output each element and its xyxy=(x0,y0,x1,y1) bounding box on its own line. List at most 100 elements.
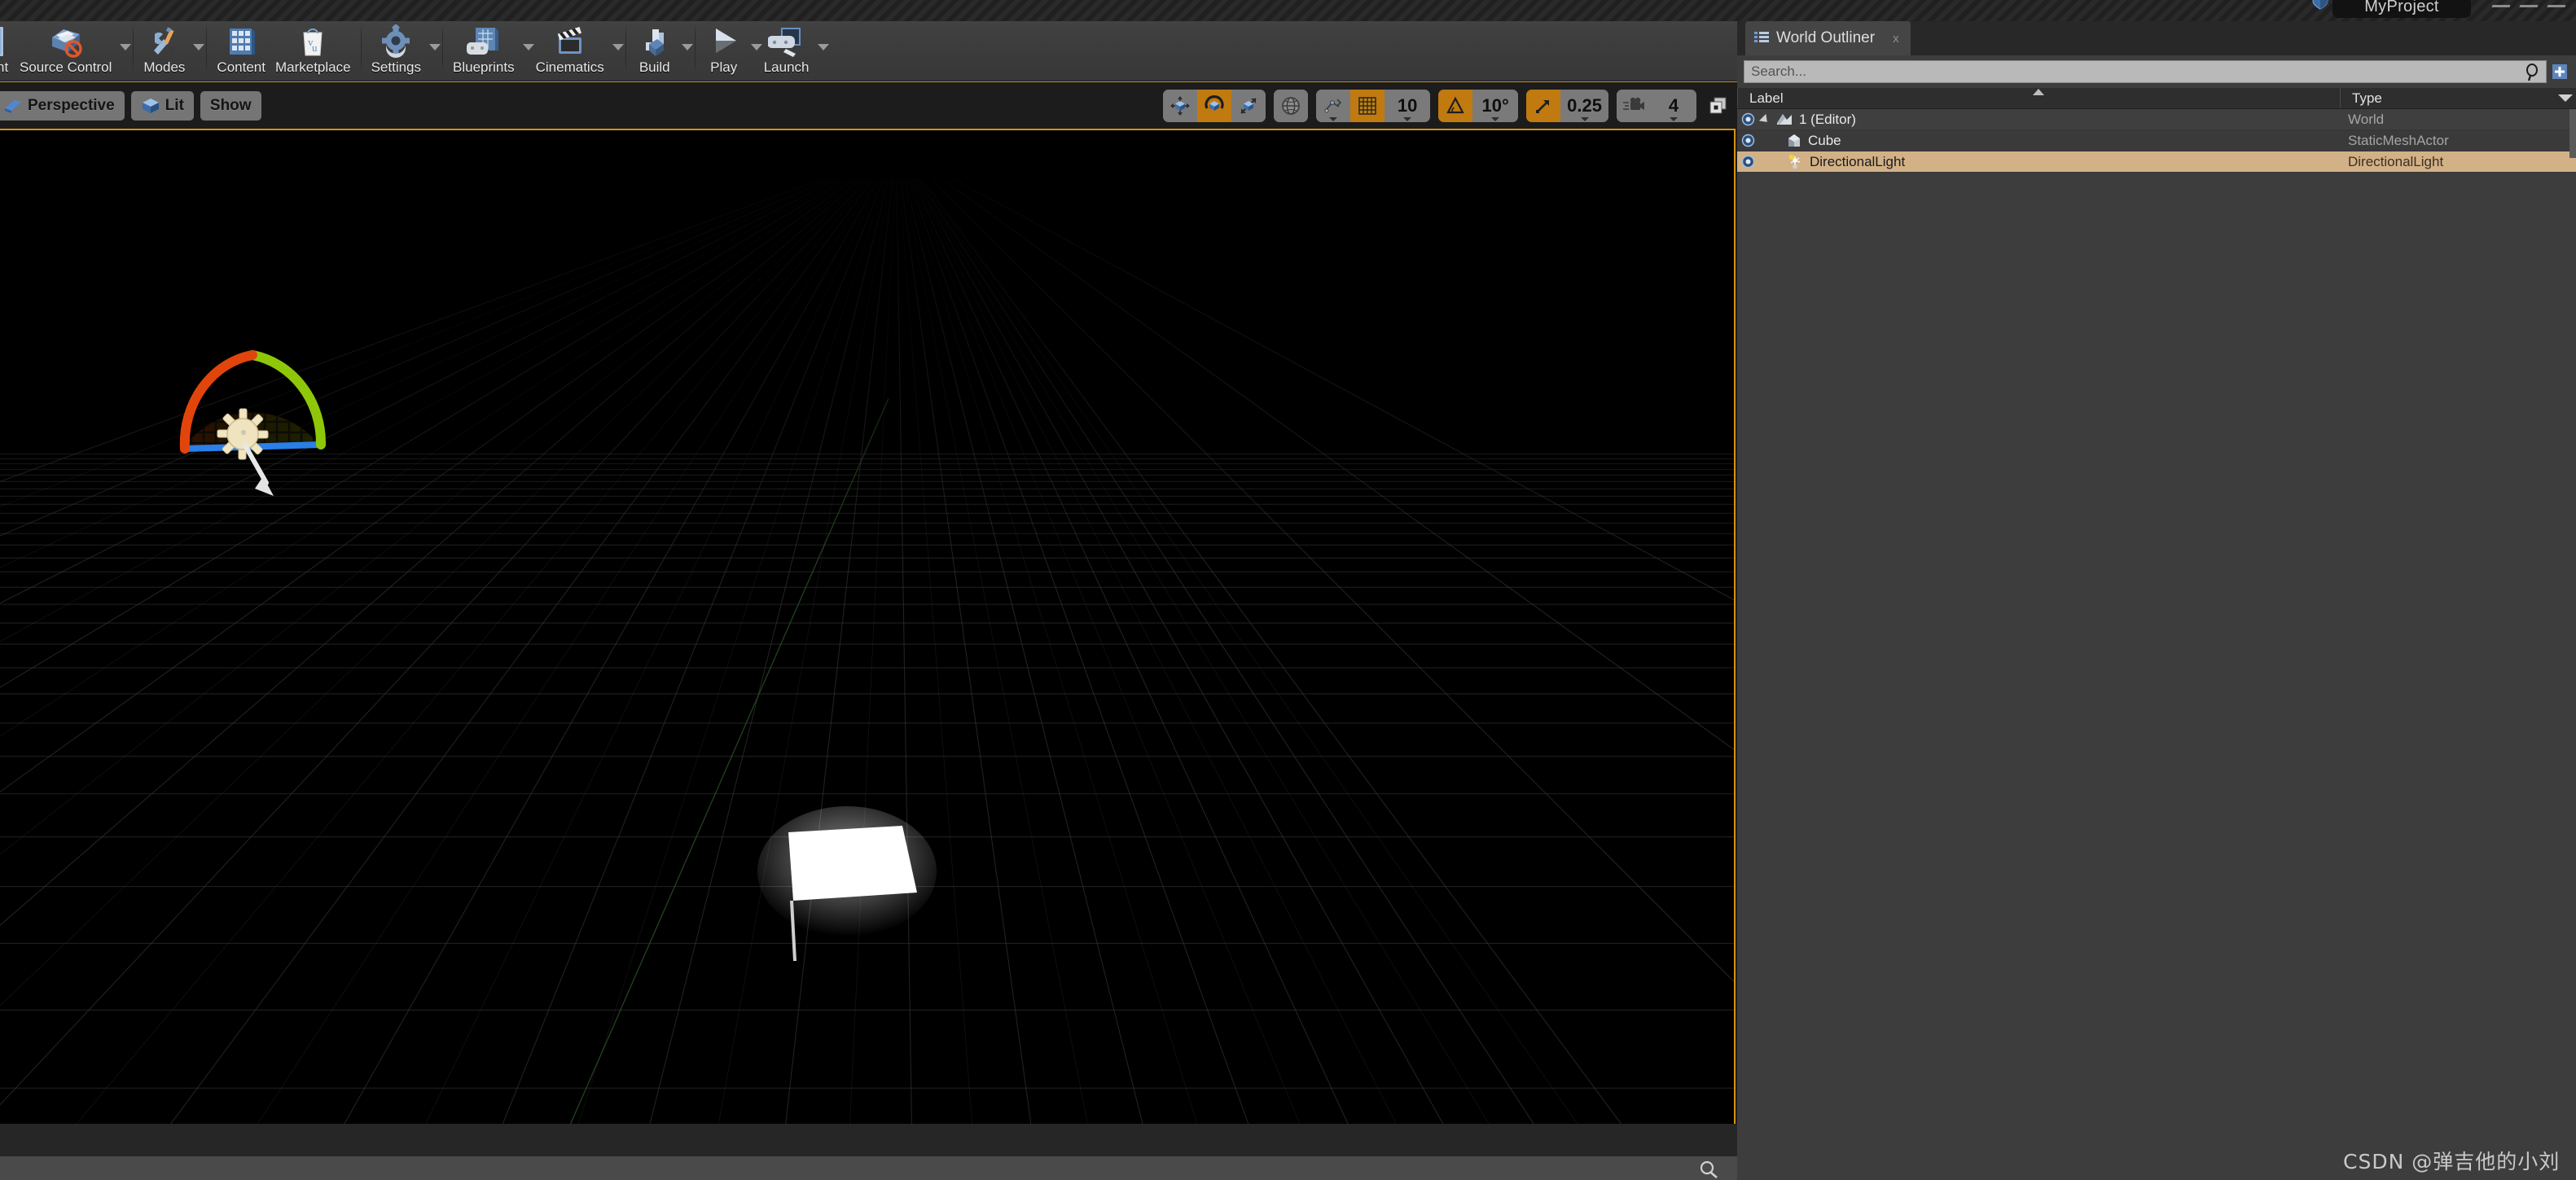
scale-snap-toggle[interactable] xyxy=(1526,90,1561,122)
bottom-panel-search-icon[interactable] xyxy=(1698,1160,1719,1178)
modes-button[interactable]: Modes xyxy=(138,21,205,76)
marketplace-label: Marketplace xyxy=(274,59,351,75)
source-control-dropdown-icon[interactable] xyxy=(120,44,132,50)
viewport-3d[interactable]: X xyxy=(0,129,1736,1180)
table-row[interactable]: Cube StaticMeshActor xyxy=(1737,130,2576,151)
viewport-grid-floor xyxy=(0,130,1734,1180)
build-label: Build xyxy=(639,59,670,75)
world-icon xyxy=(1777,113,1792,125)
surface-snap-toggle[interactable] xyxy=(1316,90,1351,122)
camera-speed-value[interactable]: 4 xyxy=(1651,90,1696,122)
scale-snap-value[interactable]: 0.25 xyxy=(1560,90,1608,122)
angle-snap-dropdown-icon[interactable] xyxy=(1491,117,1500,121)
row-label: DirectionalLight xyxy=(1810,153,1906,169)
camera-speed-value-label: 4 xyxy=(1668,95,1679,116)
camera-speed-dropdown-icon[interactable] xyxy=(1670,117,1678,121)
viewport-viewmode-button[interactable]: Lit xyxy=(130,90,194,121)
expand-collapse-icon[interactable] xyxy=(1758,113,1771,125)
scale-mode-button[interactable] xyxy=(1231,90,1266,122)
coordinate-system-group xyxy=(1274,90,1309,122)
cinematics-icon xyxy=(557,26,581,54)
viewport-toolbar: Perspective Lit Show 10 10° 0.25 4 xyxy=(0,81,1737,129)
toolbar-group-blueprints: Blueprints Cinematics xyxy=(448,21,624,81)
scale-snap-group: 0.25 xyxy=(1526,90,1608,122)
marketplace-button[interactable]: v u Marketplace xyxy=(270,21,356,76)
column-header-label[interactable]: Label xyxy=(1737,88,2340,108)
launch-icon xyxy=(767,28,801,57)
tab-close-icon[interactable]: x xyxy=(1893,32,1899,46)
toolbar-group-play: Play Launch xyxy=(700,21,829,81)
angle-snap-value[interactable]: 10° xyxy=(1472,90,1519,122)
tab-world-outliner-label: World Outliner xyxy=(1776,29,1876,46)
surface-snap-dropdown-icon[interactable] xyxy=(1329,117,1338,121)
outliner-scrollbar[interactable] xyxy=(2569,109,2576,158)
row-visibility-toggle[interactable] xyxy=(1737,112,1758,126)
source-control-label: Source Control xyxy=(20,59,112,75)
scale-gizmo-icon xyxy=(1240,98,1257,114)
cinematics-dropdown-icon[interactable] xyxy=(612,44,624,50)
play-label: Play xyxy=(710,59,738,75)
outliner-icon xyxy=(1754,32,1769,42)
modes-dropdown-icon[interactable] xyxy=(193,44,205,50)
blueprints-button[interactable]: Blueprints xyxy=(448,21,534,76)
maximize-viewport-button[interactable] xyxy=(1705,92,1732,120)
tab-world-outliner[interactable]: World Outliner x xyxy=(1745,21,1911,55)
cinematics-button[interactable]: Cinematics xyxy=(531,21,624,76)
row-tree-widget: Cube xyxy=(1758,133,1841,149)
table-row[interactable]: 1 (Editor) World xyxy=(1737,109,2576,130)
play-button[interactable]: Play xyxy=(700,21,762,76)
settings-dropdown-icon[interactable] xyxy=(429,44,441,50)
content-browser-button[interactable]: Content xyxy=(212,21,270,76)
scale-snap-dropdown-icon[interactable] xyxy=(1580,117,1589,121)
camera-speed-icon-cell[interactable] xyxy=(1617,90,1651,122)
grid-snap-value[interactable]: 10 xyxy=(1385,90,1431,122)
viewport-show-button[interactable]: Show xyxy=(200,90,261,121)
add-column-icon xyxy=(2552,64,2567,79)
light-bulb-icon xyxy=(1788,154,1801,169)
bottom-panel[interactable] xyxy=(0,1156,1737,1180)
watermark: CSDN @弹吉他的小刘鸭 xyxy=(2343,1150,2561,1180)
magnifier-icon[interactable] xyxy=(2525,64,2541,81)
settings-label: Settings xyxy=(371,59,422,75)
move-gizmo-icon xyxy=(1170,96,1191,116)
column-header-type[interactable]: Type xyxy=(2340,88,2576,108)
save-current-label: urrent xyxy=(0,59,9,75)
angle-icon xyxy=(1446,96,1464,114)
launch-dropdown-icon[interactable] xyxy=(817,44,829,50)
build-button[interactable]: Build xyxy=(631,21,693,76)
launch-button[interactable]: Launch xyxy=(759,21,829,76)
grid-snap-dropdown-icon[interactable] xyxy=(1403,117,1412,121)
modes-icon xyxy=(153,27,174,55)
directional-light-sprite[interactable] xyxy=(217,408,269,460)
translate-mode-button[interactable] xyxy=(1163,90,1198,122)
close-icon[interactable] xyxy=(2547,5,2566,7)
cube-actor[interactable] xyxy=(757,806,937,985)
toolbar-separator xyxy=(694,24,696,73)
save-current-icon xyxy=(0,27,3,56)
outliner-search-input[interactable]: Search... xyxy=(1744,60,2547,83)
viewport-perspective-button[interactable]: Perspective xyxy=(0,90,125,121)
angle-snap-toggle[interactable] xyxy=(1438,90,1473,122)
build-dropdown-icon[interactable] xyxy=(681,44,693,50)
world-coordinate-toggle[interactable] xyxy=(1274,90,1309,122)
filter-icon[interactable] xyxy=(2558,94,2573,102)
minimize-icon[interactable] xyxy=(2491,5,2511,7)
toolbar-separator xyxy=(625,24,626,73)
row-visibility-toggle[interactable] xyxy=(1737,134,1758,147)
column-header-type-text: Type xyxy=(2352,90,2382,106)
source-control-button[interactable]: Source Control xyxy=(15,21,132,76)
grid-icon xyxy=(1358,97,1376,115)
grid-snap-toggle[interactable] xyxy=(1350,90,1385,122)
rotation-gizmo[interactable] xyxy=(159,322,346,509)
outliner-add-column-button[interactable] xyxy=(2550,62,2569,81)
transform-mode-group xyxy=(1163,90,1266,122)
rotate-mode-button[interactable] xyxy=(1197,90,1232,122)
maximize-icon[interactable] xyxy=(2519,5,2539,7)
row-visibility-toggle[interactable] xyxy=(1737,155,1758,169)
save-current-button[interactable]: urrent xyxy=(0,21,15,76)
column-header-label-text: Label xyxy=(1749,90,1784,106)
outliner-search-row: Search... xyxy=(1737,55,2576,88)
window-controls[interactable] xyxy=(2491,0,2574,13)
table-row[interactable]: DirectionalLight DirectionalLight xyxy=(1737,151,2576,173)
settings-button[interactable]: Settings xyxy=(366,21,441,76)
